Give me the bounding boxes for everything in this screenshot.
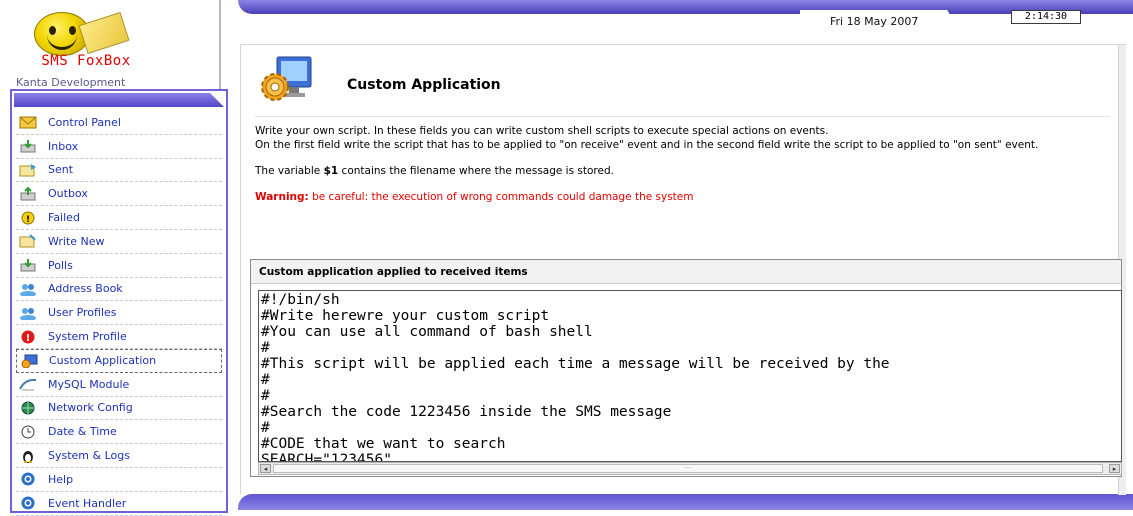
variable-note-post: contains the filename where the message … bbox=[338, 165, 614, 177]
variable-note: The variable $1 contains the filename wh… bbox=[255, 164, 1105, 178]
bottom-bar bbox=[238, 494, 1133, 510]
sidebar-item-system-profile[interactable]: ! System Profile bbox=[16, 325, 222, 349]
sidebar-item-label: Outbox bbox=[48, 187, 88, 201]
script-line: # bbox=[261, 388, 270, 404]
sidebar-item-control-panel[interactable]: Control Panel bbox=[16, 111, 222, 135]
clock-icon bbox=[18, 424, 38, 440]
script-line: # bbox=[261, 340, 270, 356]
sidebar-divider bbox=[219, 0, 221, 90]
variable-note-pre: The variable bbox=[255, 165, 324, 177]
sidebar-item-label: System Profile bbox=[48, 330, 127, 344]
sidebar-item-label: Failed bbox=[48, 211, 80, 225]
page-title: Custom Application bbox=[347, 77, 501, 93]
sidebar-item-user-profiles[interactable]: User Profiles bbox=[16, 301, 222, 326]
mysql-icon bbox=[18, 376, 38, 392]
scroll-thumb[interactable]: ··· bbox=[273, 464, 1103, 473]
menu-header-bar bbox=[14, 93, 224, 107]
scroll-right-button[interactable]: ▸ bbox=[1109, 464, 1120, 473]
sent-icon bbox=[18, 162, 38, 178]
sidebar-item-label: User Profiles bbox=[48, 306, 117, 320]
sidebar-item-mysql-module[interactable]: MySQL Module bbox=[16, 373, 222, 397]
sidebar-item-label: Event Handler bbox=[48, 496, 127, 510]
custom-application-icon bbox=[19, 353, 39, 369]
network-icon bbox=[18, 400, 38, 416]
current-time: 2:14:30 bbox=[1011, 10, 1081, 24]
script-line: #!/bin/sh bbox=[261, 292, 340, 308]
logo-subtitle: Kanta Development bbox=[16, 76, 126, 89]
sidebar-item-polls[interactable]: Polls bbox=[16, 254, 222, 278]
sidebar-item-label: Polls bbox=[48, 258, 73, 272]
sidebar-item-event-handler[interactable]: Event Handler bbox=[16, 492, 222, 516]
outbox-icon bbox=[18, 186, 38, 202]
sidebar-item-network-config[interactable]: Network Config bbox=[16, 397, 222, 421]
sidebar-item-help[interactable]: Help bbox=[16, 468, 222, 492]
sidebar-item-label: MySQL Module bbox=[48, 377, 130, 391]
script-line: #You can use all command of bash shell bbox=[261, 324, 593, 340]
received-script-textarea[interactable]: #!/bin/sh #Write herewre your custom scri… bbox=[258, 290, 1122, 462]
sidebar-item-label: Sent bbox=[48, 163, 74, 177]
sidebar-item-label: Custom Application bbox=[49, 354, 157, 368]
page-description: Write your own script. In these fields y… bbox=[255, 124, 1105, 216]
sidebar-item-address-book[interactable]: Address Book bbox=[16, 278, 222, 302]
sidebar-item-write-new[interactable]: Write New bbox=[16, 230, 222, 254]
failed-icon: ! bbox=[18, 210, 38, 226]
sidebar-item-inbox[interactable]: Inbox bbox=[16, 135, 222, 159]
custom-application-gear-icon bbox=[261, 56, 312, 101]
sidebar-item-label: Write New bbox=[48, 234, 105, 248]
script-line: #Write herewre your custom script bbox=[261, 308, 550, 324]
sidebar-item-sent[interactable]: Sent bbox=[16, 159, 222, 183]
help-icon bbox=[18, 471, 38, 487]
variable-name: $1 bbox=[323, 165, 339, 177]
sidebar-item-label: Inbox bbox=[48, 139, 79, 153]
svg-text:!: ! bbox=[26, 215, 30, 225]
script-line: # bbox=[261, 420, 270, 436]
user-profiles-icon bbox=[18, 305, 38, 321]
description-line-2: On the first field write the script that… bbox=[255, 139, 1039, 151]
polls-icon bbox=[18, 257, 38, 273]
scroll-left-button[interactable]: ◂ bbox=[260, 464, 271, 473]
sidebar-item-outbox[interactable]: Outbox bbox=[16, 182, 222, 207]
received-script-panel: Custom application applied to received i… bbox=[250, 259, 1122, 477]
top-bar bbox=[238, 0, 1133, 14]
sidebar-item-label: Network Config bbox=[48, 401, 133, 415]
script-line: #CODE that we want to search bbox=[261, 436, 506, 452]
system-profile-icon: ! bbox=[18, 329, 38, 345]
warning-text: be careful: the execution of wrong comma… bbox=[308, 191, 694, 203]
description-text: Write your own script. In these fields y… bbox=[255, 124, 1105, 152]
script-line: SEARCH="123456" bbox=[261, 452, 392, 462]
script-horizontal-scrollbar[interactable]: ◂ ··· ▸ bbox=[258, 462, 1122, 475]
sidebar-menu: Control Panel Inbox Sent Outbox! Failed Write… bbox=[10, 89, 228, 516]
sidebar-item-label: Address Book bbox=[48, 282, 123, 296]
sidebar-item-custom-application[interactable]: Custom Application bbox=[16, 348, 222, 373]
sidebar-item-label: Help bbox=[48, 472, 74, 486]
current-date: Fri 18 May 2007 bbox=[830, 15, 919, 28]
svg-text:!: ! bbox=[26, 333, 31, 344]
sidebar-item-label: Date & Time bbox=[48, 425, 117, 439]
logo-title: SMS FoxBox bbox=[41, 53, 131, 69]
main-content: Custom Application Write your own script… bbox=[240, 44, 1126, 495]
inbox-icon bbox=[18, 138, 38, 154]
sidebar-item-date-time[interactable]: Date & Time bbox=[16, 420, 222, 445]
page-header: Custom Application bbox=[255, 55, 1110, 117]
panel-title: Custom application applied to received i… bbox=[251, 260, 1121, 284]
sidebar-item-label: System & Logs bbox=[48, 449, 130, 463]
menu-list: Control Panel Inbox Sent Outbox! Failed Write… bbox=[12, 111, 226, 516]
write-new-icon bbox=[18, 233, 38, 249]
script-line: #This script will be applied each time a… bbox=[261, 356, 890, 372]
sidebar-item-system-logs[interactable]: System & Logs bbox=[16, 444, 222, 468]
envelope-icon bbox=[18, 114, 38, 130]
event-handler-icon bbox=[18, 495, 38, 511]
logo-area: SMS FoxBox Kanta Development bbox=[0, 0, 225, 90]
sidebar-item-failed[interactable]: ! Failed bbox=[16, 206, 222, 230]
sidebar-item-label: Control Panel bbox=[48, 115, 121, 129]
description-line-1: Write your own script. In these fields y… bbox=[255, 125, 829, 137]
script-line: #Search the code 1223456 inside the SMS … bbox=[261, 404, 672, 420]
warning-label: Warning: bbox=[255, 191, 309, 203]
envelope-logo-icon bbox=[78, 11, 130, 55]
script-line: # bbox=[261, 372, 270, 388]
linux-icon bbox=[18, 448, 38, 464]
warning-message: Warning: be careful: the execution of wr… bbox=[255, 190, 1105, 204]
address-book-icon bbox=[18, 281, 38, 297]
